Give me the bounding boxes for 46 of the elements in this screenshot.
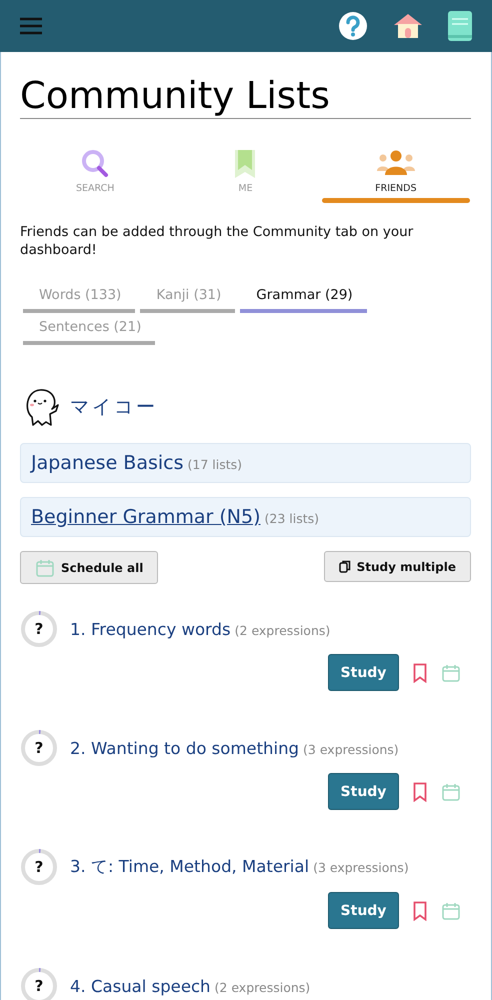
schedule-all-button[interactable]: Schedule all bbox=[20, 551, 158, 584]
status-mark: ? bbox=[34, 620, 44, 638]
bookmark-icon[interactable] bbox=[413, 782, 427, 802]
progress-ring bbox=[20, 848, 58, 886]
collection-title[interactable]: Beginner Grammar (N5) bbox=[31, 506, 261, 528]
progress-ring bbox=[20, 610, 58, 648]
friends-notice: Friends can be added through the Community tab on your dashboard! bbox=[20, 223, 414, 259]
status-mark: ? bbox=[34, 858, 44, 876]
expression-count: (2 expressions) bbox=[214, 980, 310, 994]
collection-card[interactable]: Beginner Grammar (N5) (23 lists) bbox=[20, 497, 471, 537]
progress-ring bbox=[20, 729, 58, 767]
list-title[interactable]: 4. Casual speech bbox=[70, 976, 211, 996]
list-title[interactable]: 2. Wanting to do something bbox=[70, 738, 300, 758]
progress-ring bbox=[20, 967, 58, 1000]
collection-card[interactable]: Japanese Basics (17 lists) bbox=[20, 443, 471, 483]
list-title[interactable]: 1. Frequency words bbox=[70, 620, 231, 638]
study-button[interactable]: Study bbox=[328, 892, 399, 929]
nav-tab[interactable]: FRIENDS bbox=[375, 183, 416, 194]
study-button[interactable]: Study bbox=[328, 654, 399, 691]
home-icon[interactable] bbox=[392, 12, 424, 40]
category-tab[interactable]: Grammar (29) bbox=[240, 287, 367, 313]
bookmark-icon[interactable] bbox=[413, 900, 427, 920]
bookmark-icon[interactable] bbox=[413, 662, 427, 682]
calendar-icon[interactable] bbox=[35, 558, 55, 578]
expression-count: (2 expressions) bbox=[234, 622, 330, 638]
study-button[interactable]: Study bbox=[328, 773, 399, 810]
study-multiple-button[interactable]: Study multiple bbox=[324, 551, 471, 582]
calendar-icon[interactable] bbox=[441, 662, 461, 682]
menu-icon[interactable] bbox=[20, 17, 42, 35]
user-name[interactable]: マイコー bbox=[70, 394, 158, 420]
page-title: Community Lists bbox=[20, 74, 471, 119]
search-icon bbox=[81, 149, 110, 179]
list-count: (17 lists) bbox=[188, 457, 242, 472]
list-title[interactable]: 3. て: Time, Method, Material bbox=[70, 856, 310, 878]
calendar-icon[interactable] bbox=[441, 782, 461, 802]
bookmark-icon bbox=[234, 149, 256, 179]
status-mark: ? bbox=[34, 739, 44, 757]
expression-count: (3 expressions) bbox=[313, 860, 409, 875]
help-icon[interactable] bbox=[338, 11, 368, 41]
list-count: (23 lists) bbox=[264, 511, 320, 526]
expression-count: (3 expressions) bbox=[303, 742, 399, 756]
calendar-icon[interactable] bbox=[441, 900, 461, 920]
notebook-icon[interactable] bbox=[448, 11, 472, 41]
copy-icon bbox=[338, 560, 351, 573]
status-mark: ? bbox=[34, 977, 44, 995]
collection-title[interactable]: Japanese Basics bbox=[31, 452, 184, 474]
